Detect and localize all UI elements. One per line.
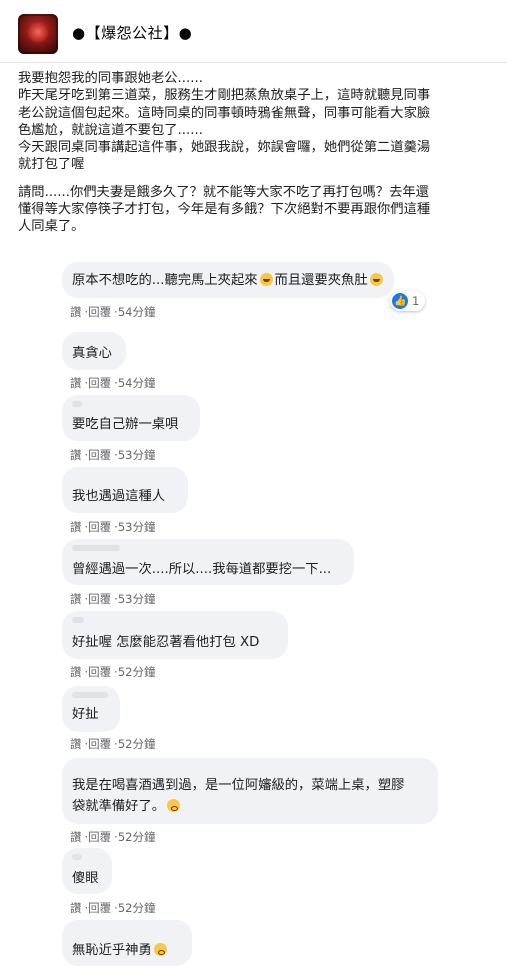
reply-button[interactable]: 回覆 — [88, 305, 111, 319]
like-button[interactable]: 讚 — [70, 520, 82, 534]
comment-text: 要吃自己辦一桌唄 — [72, 417, 179, 432]
post-line: 我要抱怨我的同事跟她老公...... — [18, 71, 203, 86]
comment-meta: 讚 ·回覆 ·52分鐘 — [70, 901, 156, 915]
comment-bubble: 真貪心 — [62, 332, 126, 370]
comment-time[interactable]: 53分鐘 — [118, 520, 156, 534]
comment-meta: 讚 ·回覆 ·52分鐘 — [70, 737, 156, 751]
comment-time[interactable]: 52分鐘 — [118, 737, 156, 751]
comment-time[interactable]: 53分鐘 — [118, 592, 156, 606]
rofl-emoji-icon — [369, 273, 383, 286]
comment-meta: 讚 ·回覆 ·52分鐘 — [70, 830, 156, 844]
post-line: 懂得等大家停筷子才打包，今年是有多餓？下次絕對不要再跟你們這種 — [18, 202, 431, 218]
comment-time[interactable]: 54分鐘 — [118, 305, 156, 319]
reply-button[interactable]: 回覆 — [88, 830, 111, 844]
comment-text: 好扯喔 怎麼能忍著看他打包 XD — [72, 635, 260, 650]
comment-time[interactable]: 53分鐘 — [118, 448, 156, 462]
blurred-name — [72, 545, 120, 551]
post-line: 請問......你們夫妻是餓多久了？就不能等大家不吃了再打包嗎？去年還 — [18, 184, 429, 200]
comment-meta: 讚 ·回覆 ·54分鐘 — [70, 305, 156, 319]
like-button[interactable]: 讚 — [70, 901, 82, 915]
comment-text: 原本不想吃的...聽完馬上夾起來 而且還要夾魚肚 — [72, 271, 385, 291]
blurred-name — [72, 692, 108, 698]
comment-time[interactable]: 52分鐘 — [118, 901, 156, 915]
like-button[interactable]: 讚 — [70, 376, 82, 390]
comment-meta: 讚 ·回覆 ·53分鐘 — [70, 448, 156, 462]
blurred-name — [72, 854, 82, 860]
comment-bubble: 要吃自己辦一桌唄 — [62, 395, 200, 441]
comment-text: 無恥近乎神勇 — [72, 941, 169, 961]
reply-button[interactable]: 回覆 — [88, 665, 111, 679]
comment-text: 我是在喝喜酒遇到過，是一位阿嬸級的，菜端上桌，塑膠袋就準備好了。 — [72, 778, 405, 814]
comment-meta: 讚 ·回覆 ·54分鐘 — [70, 376, 156, 390]
comment-bubble: 曾經遇過一次....所以....我每道都要挖一下... — [62, 539, 354, 585]
comment-bubble: 好扯喔 怎麼能忍著看他打包 XD — [62, 611, 288, 659]
reply-button[interactable]: 回覆 — [88, 448, 111, 462]
flushed-emoji-icon — [167, 798, 181, 812]
comment-bubble: 原本不想吃的...聽完馬上夾起來 而且還要夾魚肚 — [62, 262, 394, 298]
flushed-emoji-icon — [153, 943, 167, 956]
reply-button[interactable]: 回覆 — [88, 737, 111, 751]
post-line: 色尷尬，就說這道不要包了...... — [18, 122, 203, 138]
comment-bubble: 無恥近乎神勇 — [62, 920, 192, 966]
like-button[interactable]: 讚 — [70, 305, 82, 319]
comment-text: 我也遇過這種人 — [72, 489, 166, 504]
post-line: 今天跟同桌同事講起這件事，她跟我說，妳誤會囉，她們從第二道羹湯 — [18, 140, 431, 156]
blurred-name — [72, 401, 82, 407]
group-name[interactable]: ●【爆怨公社】● — [72, 22, 192, 43]
reply-button[interactable]: 回覆 — [88, 901, 111, 915]
like-button[interactable]: 讚 — [70, 592, 82, 606]
post-header: ●【爆怨公社】● — [0, 0, 507, 63]
comment-text: 真貪心 — [72, 346, 112, 361]
reply-button[interactable]: 回覆 — [88, 592, 111, 606]
like-button[interactable]: 讚 — [70, 830, 82, 844]
reply-button[interactable]: 回覆 — [88, 376, 111, 390]
like-icon — [392, 292, 408, 312]
post-line: 老公說這個包起來。這時同桌的同事頓時鴉雀無聲，同事可能看大家臉 — [18, 105, 431, 121]
comment-time[interactable]: 52分鐘 — [118, 665, 156, 679]
reply-button[interactable]: 回覆 — [88, 520, 111, 534]
reaction-count[interactable]: 1 — [390, 291, 426, 312]
comment-meta: 讚 ·回覆 ·53分鐘 — [70, 592, 156, 606]
post-line: 就打包了喔 — [18, 157, 85, 173]
comment-bubble: 我也遇過這種人 — [62, 467, 188, 513]
comment-text: 傻眼 — [72, 871, 99, 886]
laughing-emoji-icon — [259, 273, 273, 286]
comment-time[interactable]: 52分鐘 — [118, 830, 156, 844]
like-button[interactable]: 讚 — [70, 665, 82, 679]
like-button[interactable]: 讚 — [70, 737, 82, 751]
comment-bubble: 好扯 — [62, 686, 120, 732]
comment-bubble: 傻眼 — [62, 848, 112, 894]
post-line: 昨天尾牙吃到第三道菜，服務生才剛把蒸魚放桌子上，這時就聽見同事 — [18, 88, 431, 104]
blurred-name — [72, 617, 84, 623]
comment-meta: 讚 ·回覆 ·53分鐘 — [70, 520, 156, 534]
comment-text: 好扯 — [72, 707, 99, 722]
like-button[interactable]: 讚 — [70, 448, 82, 462]
group-avatar[interactable] — [18, 14, 58, 54]
comment-bubble: 我是在喝喜酒遇到過，是一位阿嬸級的，菜端上桌，塑膠袋就準備好了。 — [62, 758, 438, 824]
post-body: 我要抱怨我的同事跟她老公...... 昨天尾牙吃到第三道菜，服務生才剛把蒸魚放桌… — [18, 70, 494, 236]
comment-text: 曾經遇過一次....所以....我每道都要挖一下... — [72, 562, 332, 577]
comment-time[interactable]: 54分鐘 — [118, 376, 156, 390]
post-line: 人同桌了。 — [18, 219, 85, 235]
comment-meta: 讚 ·回覆 ·52分鐘 — [70, 665, 156, 679]
